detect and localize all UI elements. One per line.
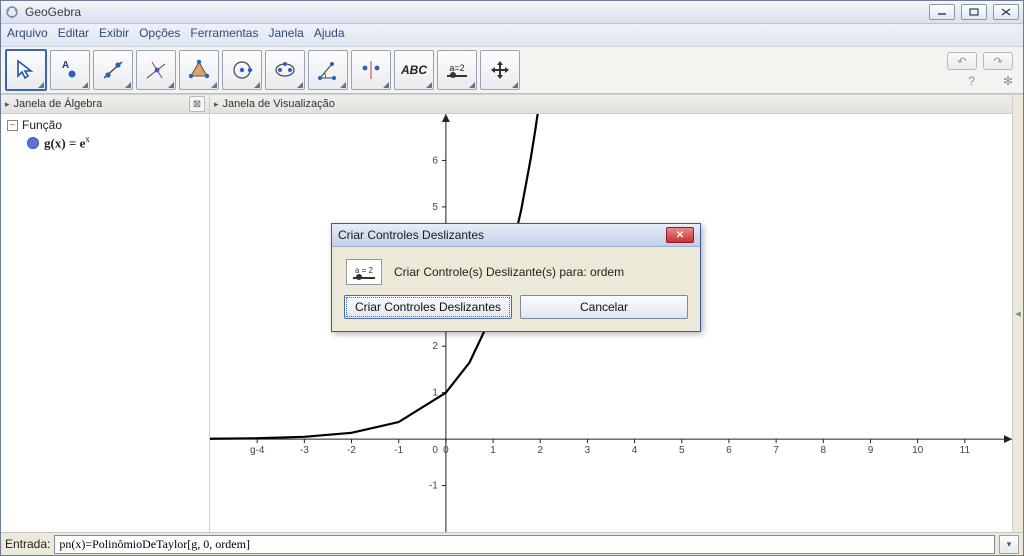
svg-text:4: 4 <box>632 445 638 456</box>
dialog-title-label: Criar Controles Deslizantes <box>338 228 484 242</box>
svg-text:-1: -1 <box>429 481 438 492</box>
svg-text:5: 5 <box>432 202 438 213</box>
menu-ferramentas[interactable]: Ferramentas <box>190 26 258 44</box>
tool-polygon[interactable] <box>179 50 219 90</box>
redo-button[interactable]: ↷ <box>983 52 1013 70</box>
dialog-close-button[interactable]: ✕ <box>666 227 694 243</box>
tool-line[interactable] <box>93 50 133 90</box>
window-title: GeoGebra <box>25 5 929 19</box>
svg-text:A: A <box>62 60 69 71</box>
side-expand-handle[interactable]: ◂ <box>1012 95 1023 532</box>
maximize-button[interactable] <box>961 4 987 20</box>
dialog-buttons: Criar Controles Deslizantes Cancelar <box>332 295 700 331</box>
titlebar: GeoGebra <box>1 1 1023 24</box>
svg-text:2: 2 <box>537 445 543 456</box>
algebra-close-button[interactable]: ⊠ <box>189 96 205 112</box>
svg-text:8: 8 <box>821 445 827 456</box>
algebra-title-label: Janela de Álgebra <box>14 98 103 110</box>
window-buttons <box>929 4 1019 20</box>
text-tool-label: ABC <box>401 63 427 77</box>
help-icon[interactable]: ? <box>968 74 975 88</box>
dialog-ok-button[interactable]: Criar Controles Deslizantes <box>344 295 512 319</box>
tool-ellipse[interactable] <box>265 50 305 90</box>
dialog-body: a = 2 Criar Controle(s) Deslizante(s) pa… <box>332 247 700 295</box>
svg-text:g-4: g-4 <box>250 445 265 456</box>
tree-group-funcao[interactable]: – Função <box>7 118 203 132</box>
tree-group-label: Função <box>22 118 62 132</box>
toolbar-right: ↶ ↷ ? ✻ <box>947 52 1019 88</box>
visibility-dot-icon[interactable] <box>27 137 39 149</box>
close-window-button[interactable] <box>993 4 1019 20</box>
tool-circle[interactable] <box>222 50 262 90</box>
svg-text:2: 2 <box>432 341 438 352</box>
app-window: GeoGebra Arquivo Editar Exibir Opções Fe… <box>0 0 1024 556</box>
menu-editar[interactable]: Editar <box>58 26 89 44</box>
svg-text:-2: -2 <box>347 445 356 456</box>
menu-arquivo[interactable]: Arquivo <box>7 26 48 44</box>
app-logo-icon <box>5 5 19 19</box>
chevron-left-icon: ◂ <box>1015 307 1021 320</box>
tool-slider[interactable]: a=2 <box>437 50 477 90</box>
menu-exibir[interactable]: Exibir <box>99 26 129 44</box>
svg-text:-1: -1 <box>394 445 403 456</box>
tool-perpendicular[interactable] <box>136 50 176 90</box>
tree-collapse-icon[interactable]: – <box>7 120 18 131</box>
tree-item-label: g(x) = ex <box>44 134 90 151</box>
tool-reflect[interactable] <box>351 50 391 90</box>
svg-text:0: 0 <box>432 445 438 456</box>
algebra-panel-title: ▸ Janela de Álgebra ⊠ <box>1 95 209 114</box>
toolbar: A ABC a=2 <box>1 47 1023 94</box>
settings-icon[interactable]: ✻ <box>1003 74 1013 88</box>
input-label: Entrada: <box>5 537 50 551</box>
graphics-title-label: Janela de Visualização <box>223 98 335 110</box>
menu-opcoes[interactable]: Opções <box>139 26 180 44</box>
menubar: Arquivo Editar Exibir Opções Ferramentas… <box>1 24 1023 47</box>
tool-move[interactable] <box>5 49 47 91</box>
tool-text[interactable]: ABC <box>394 50 434 90</box>
svg-text:6: 6 <box>432 155 438 166</box>
graphics-expand-icon[interactable]: ▸ <box>214 99 219 110</box>
tree-item-gx[interactable]: g(x) = ex <box>7 134 203 151</box>
svg-text:7: 7 <box>773 445 779 456</box>
svg-text:5: 5 <box>679 445 685 456</box>
svg-text:10: 10 <box>912 445 924 456</box>
inputbar: Entrada: ▾ <box>1 532 1023 555</box>
tool-angle[interactable] <box>308 50 348 90</box>
algebra-panel: ▸ Janela de Álgebra ⊠ – Função g(x) = ex <box>1 95 210 532</box>
command-input[interactable] <box>54 535 995 554</box>
dialog-titlebar[interactable]: Criar Controles Deslizantes ✕ <box>332 224 700 247</box>
tool-move-view[interactable] <box>480 50 520 90</box>
svg-text:11: 11 <box>960 445 971 456</box>
input-dropdown-button[interactable]: ▾ <box>999 535 1019 554</box>
svg-text:0: 0 <box>443 445 449 456</box>
algebra-expand-icon[interactable]: ▸ <box>5 99 10 110</box>
undo-button[interactable]: ↶ <box>947 52 977 70</box>
svg-text:1: 1 <box>490 445 496 456</box>
algebra-tree: – Função g(x) = ex <box>1 114 209 155</box>
svg-text:3: 3 <box>585 445 591 456</box>
slider-icon: a = 2 <box>346 259 382 285</box>
svg-text:6: 6 <box>726 445 732 456</box>
menu-janela[interactable]: Janela <box>268 26 303 44</box>
dialog-cancel-button[interactable]: Cancelar <box>520 295 688 319</box>
tool-point[interactable]: A <box>50 50 90 90</box>
graphics-panel-title: ▸ Janela de Visualização <box>210 95 1012 114</box>
svg-text:9: 9 <box>868 445 874 456</box>
menu-ajuda[interactable]: Ajuda <box>314 26 345 44</box>
svg-text:-3: -3 <box>300 445 309 456</box>
dialog-message: Criar Controle(s) Deslizante(s) para: or… <box>394 265 624 279</box>
slider-dialog: Criar Controles Deslizantes ✕ a = 2 Cria… <box>331 223 701 332</box>
minimize-button[interactable] <box>929 4 955 20</box>
